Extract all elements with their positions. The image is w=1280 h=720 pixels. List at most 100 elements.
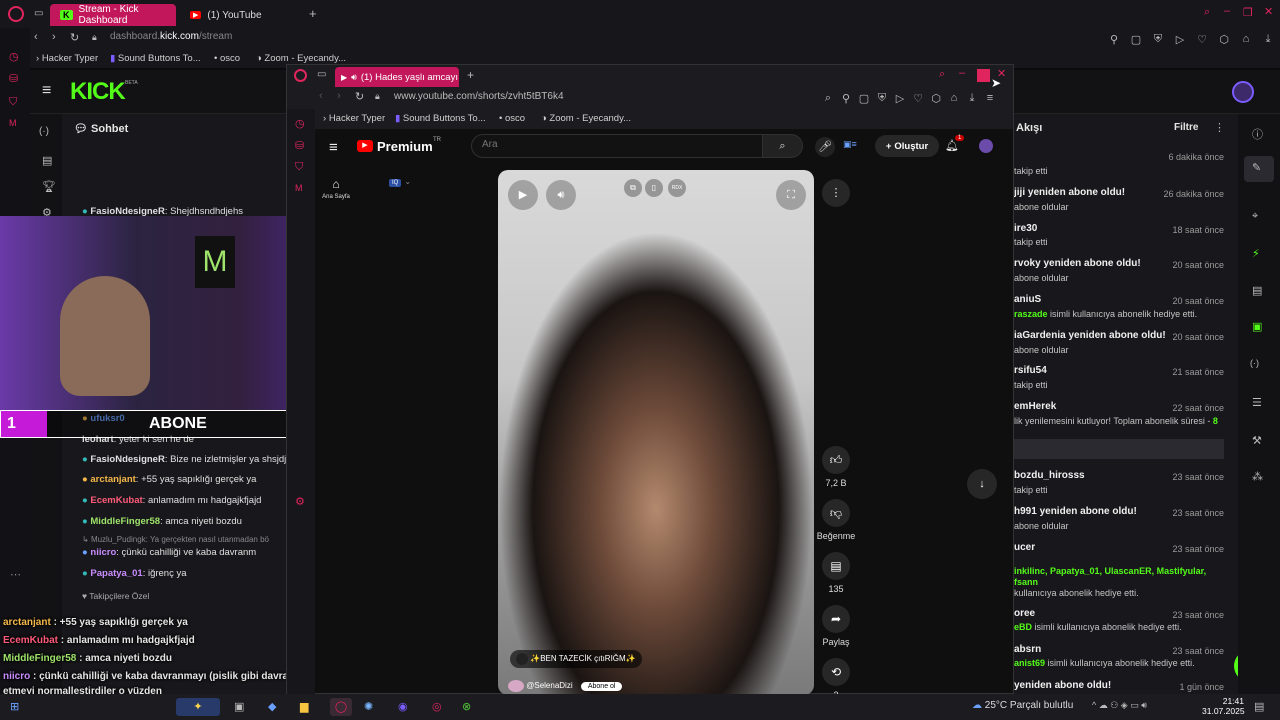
chat-toggle-icon[interactable]: ▣	[1252, 320, 1262, 333]
tab-kick-dashboard[interactable]: K Stream - Kick Dashboard	[50, 4, 176, 26]
share-action[interactable]: ➦ Paylaş	[822, 605, 850, 647]
nav-trophy-icon[interactable]: 🏆︎	[42, 180, 56, 193]
volume-icon[interactable]: 🔊︎	[546, 180, 576, 210]
pip-icon[interactable]: ⧉	[624, 179, 642, 197]
chat-username[interactable]: niicro	[90, 547, 116, 558]
notifications-icon[interactable]: ▤	[1254, 700, 1264, 713]
broadcast-icon[interactable]: (·)	[1250, 358, 1259, 368]
sidebar-crypto-icon[interactable]: ⛁	[9, 72, 18, 85]
extensions-icon[interactable]: ⬡	[1214, 29, 1234, 49]
reload-icon[interactable]: ↻	[355, 90, 364, 103]
extensions-icon[interactable]: ⬡	[927, 88, 945, 108]
weather-widget[interactable]: ☁︎ 25°C Parçalı bulutlu	[972, 700, 1073, 711]
extension-toggle-icon[interactable]: ▣≡	[843, 139, 857, 150]
url-field[interactable]: dashboard.kick.com/stream	[110, 31, 232, 42]
discord-icon[interactable]: ◉	[398, 700, 408, 713]
minimize-icon[interactable]: –	[959, 67, 965, 79]
start-icon[interactable]: ⊞	[10, 700, 19, 713]
chat-username[interactable]: Papatya_01	[90, 568, 142, 579]
clock[interactable]: 21:41 31.07.2025	[1202, 696, 1245, 716]
activity-name[interactable]: rvoky yeniden abone oldu!	[1014, 258, 1141, 269]
activity-name[interactable]: bozdu_hirosss	[1014, 470, 1085, 481]
lightning-icon[interactable]: ⚡︎	[1252, 247, 1260, 260]
zoom-icon[interactable]: ⌕	[819, 88, 837, 108]
snapshot-icon[interactable]: ▢	[855, 88, 873, 108]
play-icon[interactable]: ▷	[1170, 29, 1190, 49]
file-explorer-icon[interactable]: ▆	[300, 700, 308, 713]
channel-avatar[interactable]	[508, 680, 524, 692]
back-icon[interactable]: ‹	[319, 90, 323, 102]
tab-youtube-short[interactable]: ▶ 🔊︎ (1) Hades yaşlı amcayı	[335, 67, 459, 87]
sidebar-bag-icon[interactable]: ⛉	[9, 96, 17, 109]
url-field[interactable]: www.youtube.com/shorts/zvht5tBT6k4	[394, 91, 564, 102]
forward-icon[interactable]: ›	[337, 90, 341, 102]
mic-icon[interactable]: 🎤︎	[815, 137, 835, 157]
sidebar-history-icon[interactable]: ◷	[9, 50, 19, 63]
bookmark-osco[interactable]: • osco	[214, 53, 240, 64]
tab-youtube[interactable]: ▶ (1) YouTube	[180, 4, 300, 26]
nav-dashboard-icon[interactable]: ▤	[42, 154, 52, 167]
heart-icon[interactable]: ♡	[909, 88, 927, 108]
create-button[interactable]: + Oluştur	[875, 135, 939, 157]
activity-name[interactable]: aniuS	[1014, 294, 1041, 305]
hamburger-menu-icon[interactable]: ≡	[42, 82, 51, 100]
yt-search-button[interactable]: ⌕	[763, 134, 803, 158]
sidebar-mail-icon[interactable]: M	[9, 118, 17, 128]
subscribe-button[interactable]: Abone ol	[580, 682, 623, 692]
activity-name[interactable]: emHerek	[1014, 401, 1056, 412]
bookmark-hacker-typer[interactable]: › Hacker Typer	[323, 113, 385, 124]
widgets-icon[interactable]: ✦	[176, 698, 220, 716]
sidebar-bag-icon[interactable]: ⛉	[295, 161, 303, 174]
channel-name[interactable]: @SelenaDizi	[526, 681, 572, 690]
kick-logo[interactable]: KICK	[70, 78, 126, 106]
like-action[interactable]: 👍︎ 7,2 B	[822, 446, 850, 488]
workspaces-icon[interactable]: ▭	[34, 8, 43, 19]
next-short-icon[interactable]: ↓	[967, 469, 997, 499]
bookmark-sound-buttons[interactable]: ▮ Sound Buttons To...	[395, 113, 486, 124]
sidebar-mail-icon[interactable]: M	[295, 183, 303, 193]
download-icon[interactable]: ⤓	[1258, 29, 1278, 49]
yt-search-input[interactable]	[482, 139, 742, 150]
task-view-icon[interactable]: ▣	[234, 700, 244, 713]
activity-name[interactable]: oree	[1014, 608, 1035, 619]
search-tabs-icon[interactable]: ⌕	[939, 68, 945, 81]
chat-username[interactable]: EcemKubat	[90, 495, 142, 506]
play-button-icon[interactable]: ▶	[508, 180, 538, 210]
shield-icon[interactable]: ⛨	[873, 88, 891, 108]
sidebar-history-icon[interactable]: ◷	[295, 117, 305, 130]
app-icon[interactable]: ✺	[364, 700, 373, 713]
bookmark-osco[interactable]: • osco	[499, 113, 525, 124]
pin-icon[interactable]: ⚲	[1104, 29, 1124, 49]
bookmark-zoom[interactable]: ◑ Zoom - Eyecandy...	[256, 53, 346, 64]
tools-icon[interactable]: ⚒	[1252, 434, 1262, 447]
download-icon[interactable]: ⤓	[963, 88, 981, 108]
fullscreen-icon[interactable]: ⛶	[776, 180, 806, 210]
yt-home-nav[interactable]: ⌂ Ana Sayfa	[321, 177, 351, 200]
activity-name[interactable]: absrn	[1014, 644, 1041, 655]
yt-avatar[interactable]	[979, 139, 993, 153]
maximize-icon[interactable]: ❐	[1243, 6, 1253, 19]
nav-stream-icon[interactable]: (·)	[39, 126, 49, 137]
shorts-video-player[interactable]: ▶ 🔊︎ ⧉ ▯ RDX ⛶ ✨BEN TAZECİK çıtıRIĞM✨ @S…	[498, 170, 814, 695]
close-icon[interactable]: ✕	[1264, 5, 1273, 18]
yt-menu-icon[interactable]: ≡	[329, 139, 338, 156]
activity-name[interactable]: ire30	[1014, 223, 1037, 234]
new-tab-icon[interactable]: +	[309, 6, 317, 21]
gift-recipient[interactable]: raszade	[1014, 309, 1048, 319]
more-options-icon[interactable]: ⋮	[1214, 121, 1225, 134]
gift-recipient[interactable]: anist69	[1014, 658, 1045, 668]
back-icon[interactable]: ‹	[34, 31, 38, 43]
info-icon[interactable]: ⓘ	[1252, 126, 1263, 142]
dislike-action[interactable]: 👎︎ Beğenme	[814, 499, 858, 541]
wallet-icon[interactable]: ⌂	[945, 88, 963, 108]
bookmark-zoom[interactable]: ◑ Zoom - Eyecandy...	[541, 113, 631, 124]
activity-name[interactable]: iaGardenia yeniden abone oldu!	[1014, 330, 1166, 341]
system-tray-icons[interactable]: ^ ☁︎ ⚇ ◈ ▭ 🔊︎	[1092, 700, 1147, 711]
menu-icon[interactable]: ≡	[981, 88, 999, 108]
reload-icon[interactable]: ↻	[70, 31, 79, 44]
app-icon[interactable]: ◆	[268, 700, 276, 713]
play-icon[interactable]: ▷	[891, 88, 909, 108]
bookmark-hacker-typer[interactable]: › Hacker Typer	[36, 53, 98, 64]
video-caption-chip[interactable]: ✨BEN TAZECİK çıtıRIĞM✨	[510, 650, 642, 668]
user-avatar[interactable]	[1232, 81, 1254, 103]
